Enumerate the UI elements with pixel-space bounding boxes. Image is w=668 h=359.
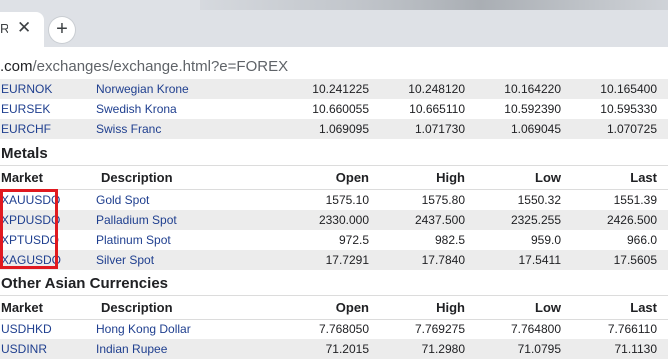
high-value: 1575.80 [421,193,465,207]
last-value: 7.766110 [607,322,657,336]
section-title-metals: Metals [1,145,48,162]
low-value: 71.0795 [517,342,561,356]
divider [0,295,668,296]
low-value: 10.592390 [504,102,561,116]
column-header-last[interactable]: Last [567,167,657,189]
description-link[interactable]: Gold Spot [96,190,149,210]
description-link[interactable]: Platinum Spot [96,230,171,250]
table-header: Market Description Open High Low Last [0,297,668,319]
table-row: XPDUSDO Palladium Spot 2330.000 2437.500… [0,210,668,230]
column-header-open[interactable]: Open [279,167,369,189]
low-value: 959.0 [530,233,561,247]
last-value: 966.0 [626,233,657,247]
highlight-box [0,189,58,269]
table-row: XAUUSDO Gold Spot 1575.10 1575.80 1550.3… [0,190,668,210]
low-value: 1.069045 [510,122,561,136]
description-link[interactable]: Norwegian Krone [96,79,189,99]
description-link[interactable]: Swedish Krona [96,99,177,119]
low-value: 7.764800 [510,322,561,336]
new-tab-button[interactable]: + [49,17,75,43]
last-value: 10.595330 [600,102,657,116]
open-value: 7.768050 [318,322,369,336]
open-value: 2330.000 [318,213,369,227]
open-value: 10.660055 [312,102,369,116]
tab-title: R [0,21,8,36]
description-link[interactable]: Hong Kong Dollar [96,319,191,339]
tab-strip: R ✕ + [0,0,668,47]
description-link[interactable]: Silver Spot [96,250,154,270]
column-header-open[interactable]: Open [279,297,369,319]
open-value: 1.069095 [318,122,369,136]
high-value: 1.071730 [414,122,465,136]
column-header-description[interactable]: Description [101,297,173,319]
table-row: EURNOK Norwegian Krone 10.241225 10.2481… [0,79,668,99]
column-header-market[interactable]: Market [1,297,43,319]
column-header-description[interactable]: Description [101,167,173,189]
column-header-low[interactable]: Low [471,297,561,319]
high-value: 10.248120 [408,82,465,96]
url-text[interactable]: .com/exchanges/exchange.html?e=FOREX [0,58,288,75]
open-value: 972.5 [338,233,369,247]
open-value: 71.2015 [325,342,369,356]
section-title-asian: Other Asian Currencies [1,275,168,292]
description-link[interactable]: Swiss Franc [96,119,161,139]
description-link[interactable]: Indian Rupee [96,339,167,359]
table-row: XAGUSDO Silver Spot 17.7291 17.7840 17.5… [0,250,668,270]
market-link[interactable]: EURNOK [1,79,52,99]
column-header-market[interactable]: Market [1,167,43,189]
last-value: 1551.39 [613,193,657,207]
open-value: 10.241225 [312,82,369,96]
low-value: 10.164220 [504,82,561,96]
market-link[interactable]: USDINR [1,339,47,359]
description-link[interactable]: Palladium Spot [96,210,177,230]
column-header-last[interactable]: Last [567,297,657,319]
last-value: 2426.500 [606,213,657,227]
high-value: 2437.500 [414,213,465,227]
open-value: 1575.10 [325,193,369,207]
market-link[interactable]: EURCHF [1,119,51,139]
tabstrip-background [200,0,668,10]
column-header-low[interactable]: Low [471,167,561,189]
column-header-high[interactable]: High [375,167,465,189]
high-value: 982.5 [434,233,465,247]
table-row: XPTUSDO Platinum Spot 972.5 982.5 959.0 … [0,230,668,250]
high-value: 17.7840 [421,253,465,267]
last-value: 1.070725 [606,122,657,136]
high-value: 71.2980 [421,342,465,356]
table-row: USDHKD Hong Kong Dollar 7.768050 7.76927… [0,319,668,339]
last-value: 10.165400 [600,82,657,96]
low-value: 17.5411 [518,253,562,267]
low-value: 1550.32 [517,193,561,207]
open-value: 17.7291 [325,253,369,267]
last-value: 71.1130 [614,342,658,356]
browser-tab[interactable]: R ✕ [0,12,44,47]
url-path: /exchanges/exchange.html?e=FOREX [32,58,289,75]
market-link[interactable]: EURSEK [1,99,50,119]
table-row: EURSEK Swedish Krona 10.660055 10.665110… [0,99,668,119]
high-value: 7.769275 [414,322,465,336]
table-row: EURCHF Swiss Franc 1.069095 1.071730 1.0… [0,119,668,139]
close-icon[interactable]: ✕ [17,18,31,38]
market-link[interactable]: USDHKD [1,319,52,339]
high-value: 10.665110 [409,102,465,116]
table-row: USDINR Indian Rupee 71.2015 71.2980 71.0… [0,339,668,359]
column-header-high[interactable]: High [375,297,465,319]
url-host: .com [0,58,33,75]
low-value: 2325.255 [510,213,561,227]
divider [0,165,668,166]
table-header: Market Description Open High Low Last [0,167,668,189]
last-value: 17.5605 [613,253,657,267]
